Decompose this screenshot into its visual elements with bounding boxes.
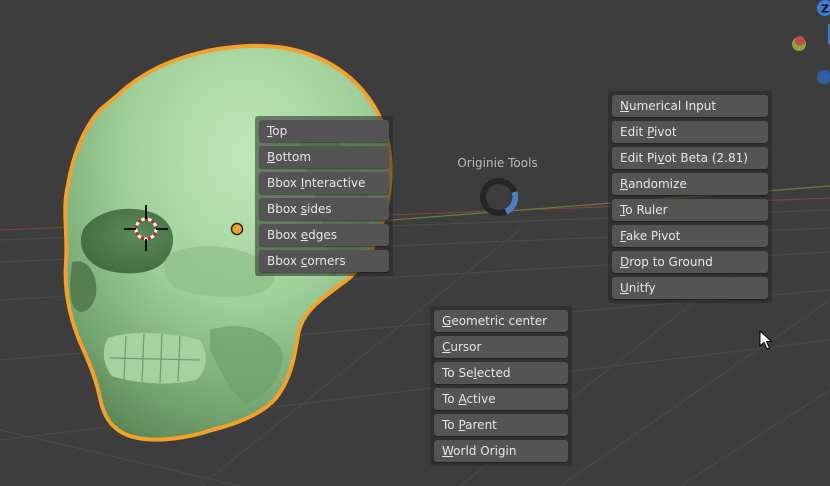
pie-menu-right-column: Numerical Input Edit Pivot Edit Pivot Beta…: [608, 91, 772, 303]
pie-button-cursor[interactable]: Cursor: [434, 336, 568, 358]
pie-button-label-post: ivot: [654, 125, 677, 139]
pie-button-label-key: U: [620, 281, 629, 295]
pie-button-bbox-interactive[interactable]: Bbox Interactive: [259, 172, 389, 194]
pie-button-label-pre: To Se: [442, 366, 474, 380]
pie-button-geometric-center[interactable]: Geometric center: [434, 310, 568, 332]
pie-button-unitfy[interactable]: Unitfy: [612, 277, 768, 299]
pie-button-label-post: o Ruler: [625, 203, 668, 217]
pie-button-label-post: eometric center: [451, 314, 548, 328]
pie-button-edit-pivot-beta-2-81[interactable]: Edit Pivot Beta (2.81): [612, 147, 768, 169]
pie-button-label-post: ides: [307, 202, 332, 216]
gizmo-z-label: Z: [821, 3, 829, 16]
pie-button-label-post: ot Beta (2.81): [664, 151, 748, 165]
pie-button-randomize[interactable]: Randomize: [612, 173, 768, 195]
gizmo-neg-z-icon[interactable]: [817, 70, 830, 84]
mouse-pointer-icon: [759, 330, 773, 350]
pie-button-fake-pivot[interactable]: Fake Pivot: [612, 225, 768, 247]
pie-button-label-pre: Edit Pi: [620, 151, 658, 165]
3d-viewport[interactable]: Z Originie Tools Top Bottom Bbox Interacti…: [0, 0, 830, 486]
pie-button-to-active[interactable]: To Active: [434, 388, 568, 410]
pie-button-bottom[interactable]: Bottom: [259, 146, 389, 168]
pie-button-to-selected[interactable]: To Selected: [434, 362, 568, 384]
pie-button-label-post: andomize: [628, 177, 687, 191]
pie-button-label-key: B: [267, 150, 276, 164]
pie-button-label-post: nitfy: [628, 281, 656, 295]
pie-button-label-key: G: [442, 314, 452, 328]
pie-button-to-parent[interactable]: To Parent: [434, 414, 568, 436]
eye-socket: [80, 208, 174, 274]
pie-button-label-pre: Bbox: [267, 202, 301, 216]
pie-menu-direction-ring: [480, 178, 519, 216]
pie-button-label-key: N: [620, 99, 629, 113]
pie-menu-left-column: Top Bottom Bbox Interactive Bbox sides Bbox …: [255, 116, 393, 276]
pie-button-label-pre: Bbox: [267, 254, 301, 268]
pie-button-label-post: ottom: [275, 150, 312, 164]
pie-button-label-post: ected: [476, 366, 511, 380]
pie-button-label-pre: To: [442, 418, 459, 432]
gizmo-x-axis-icon[interactable]: [795, 36, 805, 46]
pie-menu-title: Originie Tools: [457, 156, 538, 170]
pie-button-label-pre: Bbox: [267, 228, 301, 242]
pie-button-label-key: P: [647, 125, 655, 139]
pie-button-bbox-edges[interactable]: Bbox edges: [259, 224, 389, 246]
pie-button-world-origin[interactable]: World Origin: [434, 440, 568, 462]
navigation-gizmo[interactable]: Z: [780, 0, 830, 90]
pie-button-label-key: D: [620, 255, 630, 269]
pie-button-label-pre: Edit: [620, 125, 648, 139]
pie-button-edit-pivot[interactable]: Edit Pivot: [612, 121, 768, 143]
pie-button-label-post: op: [272, 124, 288, 138]
pie-button-label-post: ctive: [466, 392, 496, 406]
pie-button-label-post: dges: [308, 228, 338, 242]
pie-button-label-post: ursor: [450, 340, 482, 354]
pie-button-label-key: R: [620, 177, 629, 191]
pie-button-label-post: nteractive: [304, 176, 366, 190]
pie-button-label-pre: To: [442, 392, 459, 406]
pie-button-top[interactable]: Top: [259, 120, 389, 142]
pie-button-label-post: ake Pivot: [625, 229, 681, 243]
pie-button-label-pre: Bbox: [267, 176, 301, 190]
pie-button-label-post: orld Origin: [453, 444, 517, 458]
pie-button-bbox-sides[interactable]: Bbox sides: [259, 198, 389, 220]
pie-button-label-post: arent: [465, 418, 497, 432]
pie-button-bbox-corners[interactable]: Bbox corners: [259, 250, 389, 272]
pie-button-label-post: orners: [307, 254, 346, 268]
object-origin-icon[interactable]: [230, 222, 244, 236]
pie-button-label-post: rop to Ground: [629, 255, 713, 269]
pie-button-label-key: W: [442, 444, 454, 458]
pie-button-drop-to-ground[interactable]: Drop to Ground: [612, 251, 768, 273]
pie-menu-bottom-column: Geometric center Cursor To Selected To Acti…: [430, 306, 572, 466]
pie-button-to-ruler[interactable]: To Ruler: [612, 199, 768, 221]
pie-button-numerical-input[interactable]: Numerical Input: [612, 95, 768, 117]
pie-button-label-post: umerical Input: [628, 99, 717, 113]
